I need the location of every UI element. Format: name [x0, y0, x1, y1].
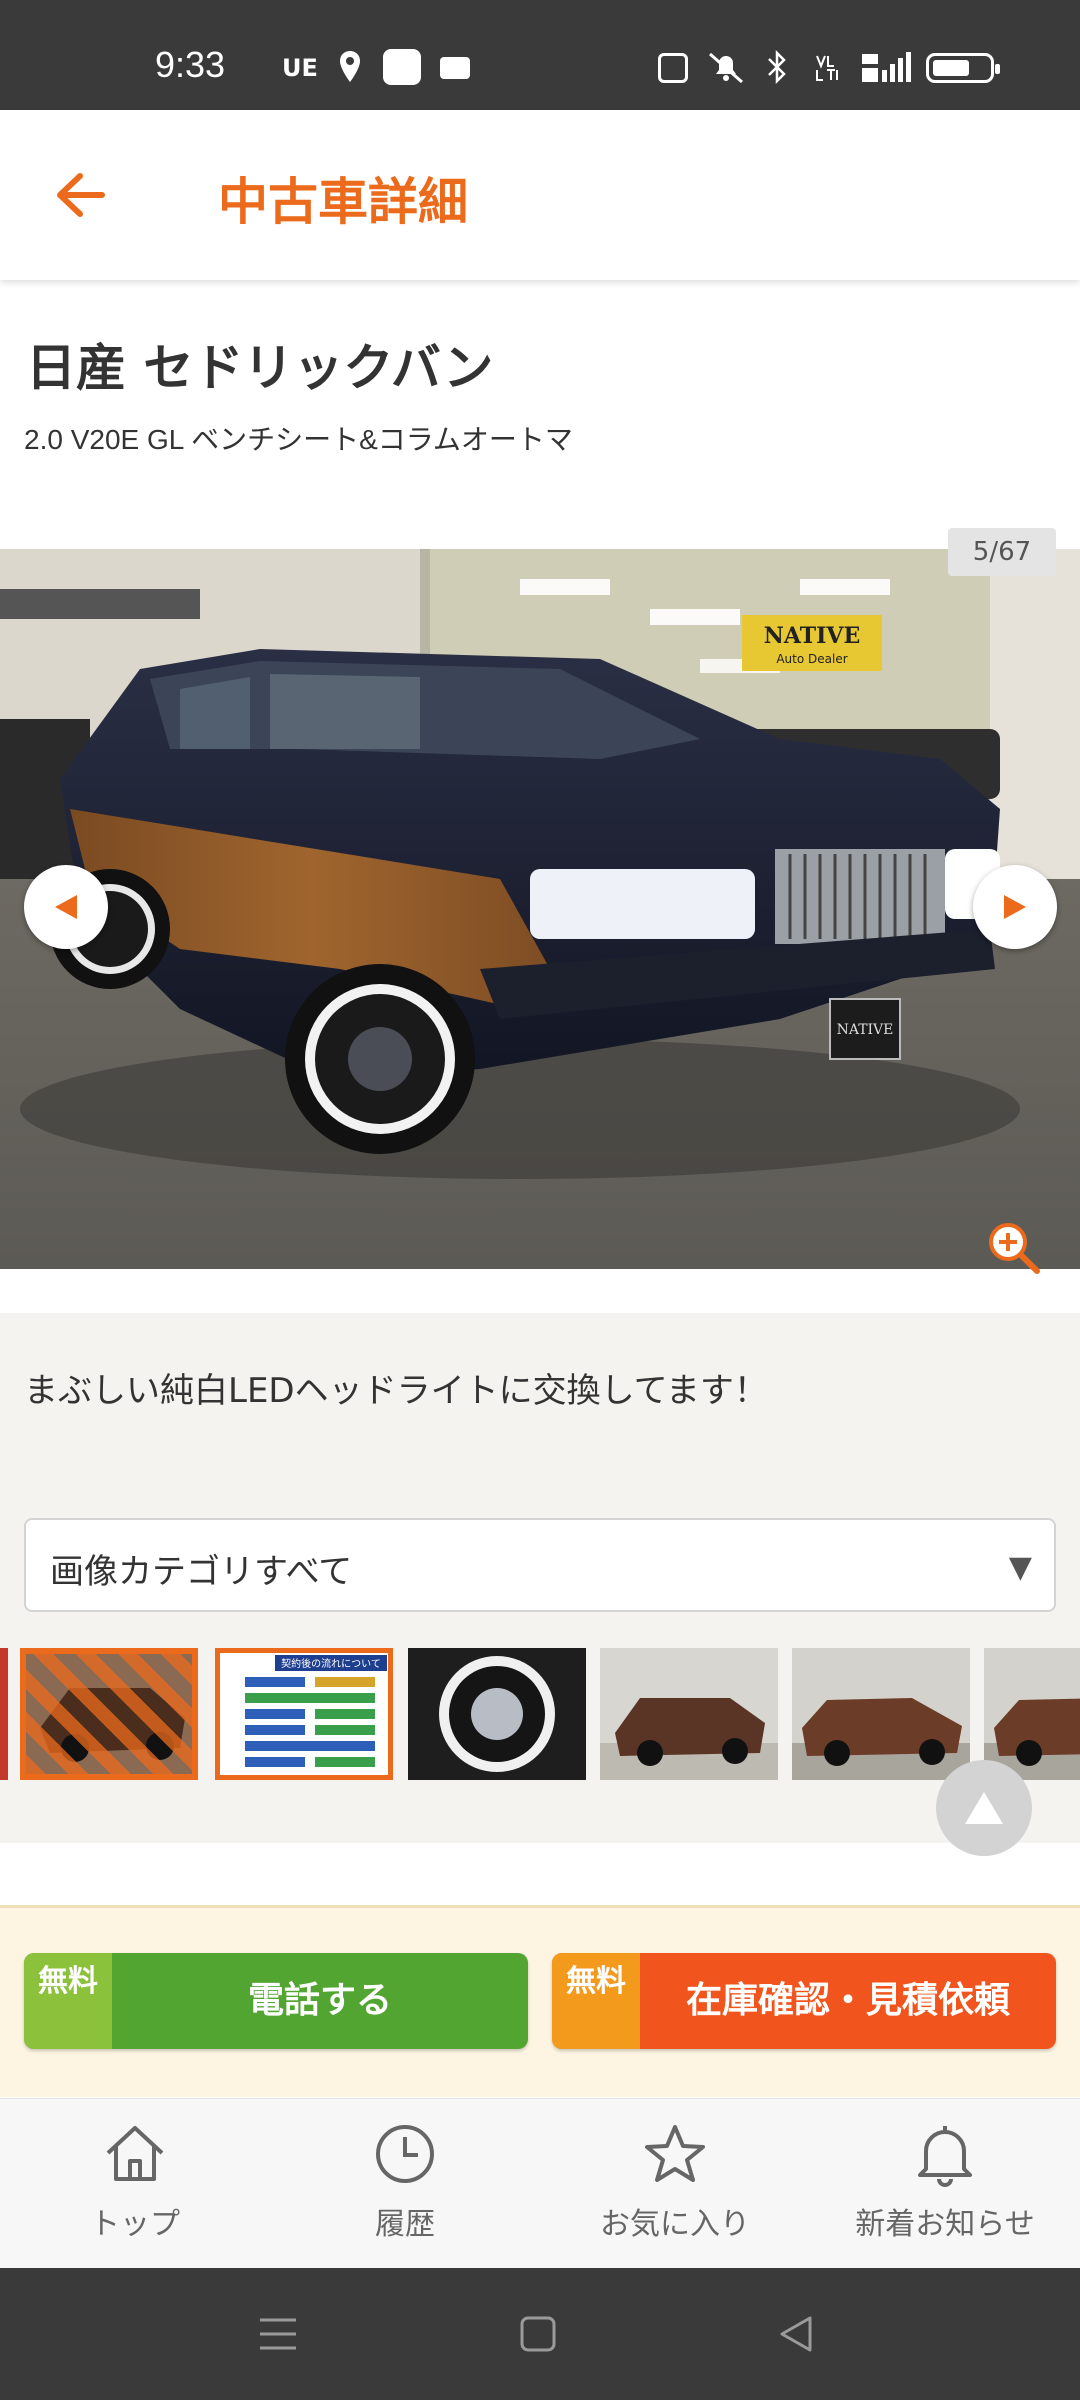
car-name: 日産 セドリックバン [26, 339, 494, 397]
signal-icon [860, 50, 912, 84]
nav-item-notifications[interactable]: 新着お知らせ [810, 2119, 1080, 2259]
volte-icon [812, 50, 842, 84]
license-plate-text: NATIVE [837, 1022, 894, 1038]
car-grade: 2.0 V20E GL ベンチシート&コラムオートマ [24, 424, 573, 455]
previous-image-button[interactable] [24, 865, 108, 949]
app-notification-icon [383, 49, 421, 85]
nav-label-notifications: 新着お知らせ [855, 2207, 1035, 2242]
system-navigation-bar [0, 2268, 1080, 2400]
dropdown-triangle-icon: ▼ [1008, 1550, 1032, 1585]
battery-icon [926, 53, 1000, 83]
dealer-sign-subtext: Auto Dealer [776, 652, 847, 666]
mute-icon [705, 50, 747, 84]
image-counter: 5/67 [948, 528, 1056, 576]
call-button[interactable]: 無料 電話する [24, 1953, 528, 2049]
menu-icon[interactable] [258, 2314, 298, 2354]
triangle-left-icon [55, 895, 77, 919]
zoom-in-icon[interactable] [984, 1218, 1044, 1278]
scroll-to-top-button[interactable] [936, 1760, 1032, 1856]
free-badge: 無料 [552, 1953, 640, 2049]
thumbnail[interactable]: 契約後の流れについて [215, 1648, 393, 1780]
nav-label-top: トップ [90, 2207, 180, 2242]
star-icon [645, 2125, 705, 2182]
main-car-photo[interactable]: NATIVE Auto Dealer NATIVE [0, 549, 1080, 1269]
bluetooth-icon [765, 50, 789, 84]
thumbnail[interactable] [408, 1648, 586, 1780]
dealer-sign-text: NATIVE [764, 623, 860, 649]
app-header: 中古車詳細 [0, 110, 1080, 280]
page-title: 中古車詳細 [218, 173, 468, 231]
thumbnail[interactable] [600, 1648, 778, 1780]
thumbnail[interactable] [792, 1648, 970, 1780]
nfc-icon [658, 53, 688, 83]
category-selected-value: 画像カテゴリすべて [50, 1552, 353, 1592]
bell-icon [918, 2126, 972, 2187]
next-image-button[interactable] [973, 865, 1057, 949]
call-button-label: 電話する [247, 1980, 392, 2021]
thumbnail-strip[interactable]: 契約後の流れについて [0, 1648, 1080, 1783]
back-triangle-icon[interactable] [776, 2314, 816, 2354]
triangle-right-icon [1004, 895, 1026, 919]
nav-item-history[interactable]: 履歴 [270, 2119, 540, 2259]
image-category-select[interactable]: 画像カテゴリすべて ▼ [24, 1518, 1056, 1612]
stock-inquiry-button-label: 在庫確認・見積依頼 [685, 1980, 1010, 2021]
nav-label-history: 履歴 [375, 2207, 435, 2242]
home-square-icon[interactable] [518, 2314, 558, 2354]
free-badge: 無料 [24, 1953, 112, 2049]
nav-label-favorites: お気に入り [600, 2207, 750, 2242]
status-bar: 9:33 UE [0, 0, 1080, 110]
nav-item-top[interactable]: トップ [0, 2119, 270, 2259]
stock-inquiry-button[interactable]: 無料 在庫確認・見積依頼 [552, 1953, 1056, 2049]
thumbnail-selected[interactable] [20, 1648, 198, 1780]
thumbnail[interactable] [0, 1648, 8, 1780]
triangle-up-icon [965, 1792, 1003, 1824]
image-caption: まぶしい純白LEDヘッドライトに交換してます！ [24, 1371, 768, 1411]
home-icon [106, 2126, 164, 2181]
clock-icon [376, 2125, 434, 2183]
status-carrier: UE [282, 54, 318, 82]
bottom-navigation: トップ 履歴 お気に入り 新着お知らせ [0, 2098, 1080, 2268]
nav-item-favorites[interactable]: お気に入り [540, 2119, 810, 2259]
thumbnail-flow-title: 契約後の流れについて [281, 1657, 381, 1670]
location-icon [337, 50, 363, 84]
message-notification-icon [440, 57, 470, 79]
back-arrow-icon[interactable] [50, 160, 120, 230]
status-time: 9:33 [155, 44, 226, 85]
thumbnail[interactable] [984, 1648, 1080, 1780]
